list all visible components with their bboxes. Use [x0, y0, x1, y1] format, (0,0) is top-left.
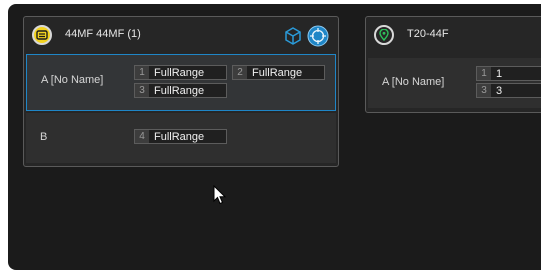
speaker-device-icon — [32, 25, 52, 45]
channel-3[interactable]: 3 3 — [476, 83, 541, 98]
device-card-t20-44f[interactable]: T20-44F A [No Name] 1 1 3 3 — [365, 16, 541, 113]
zone-row-a[interactable]: A [No Name] 1 1 3 3 — [368, 58, 541, 108]
channel-number: 4 — [135, 130, 149, 143]
device-title: T20-44F — [407, 28, 449, 40]
device-card-header[interactable]: T20-44F — [366, 17, 541, 54]
3d-cube-icon[interactable] — [282, 25, 304, 47]
channel-value: 3 — [496, 84, 503, 97]
channel-number: 3 — [477, 84, 491, 97]
device-canvas[interactable]: 44MF 44MF (1) A [No Name] 1 FullRange 2 … — [8, 4, 541, 270]
location-pin-icon — [374, 25, 394, 45]
channel-2[interactable]: 2 FullRange — [232, 65, 325, 80]
target-icon[interactable] — [307, 25, 329, 47]
channel-value: FullRange — [154, 66, 205, 79]
channel-value: FullRange — [154, 84, 205, 97]
channel-1[interactable]: 1 FullRange — [134, 65, 227, 80]
zone-row-b[interactable]: B 4 FullRange — [26, 113, 336, 163]
zone-row-a[interactable]: A [No Name] 1 FullRange 2 FullRange 3 Fu… — [26, 54, 336, 111]
channel-value: FullRange — [252, 66, 303, 79]
channel-number: 2 — [233, 66, 247, 79]
device-card-44mf[interactable]: 44MF 44MF (1) A [No Name] 1 FullRange 2 … — [23, 16, 339, 167]
zone-label: A [No Name] — [382, 76, 445, 88]
channel-3[interactable]: 3 FullRange — [134, 83, 227, 98]
device-title: 44MF 44MF (1) — [65, 28, 141, 40]
device-card-header[interactable]: 44MF 44MF (1) — [24, 17, 338, 54]
channel-value: 1 — [496, 67, 503, 80]
channel-number: 1 — [135, 66, 149, 79]
channel-number: 1 — [477, 67, 491, 80]
channel-1[interactable]: 1 1 — [476, 66, 541, 81]
channel-4[interactable]: 4 FullRange — [134, 129, 227, 144]
mouse-cursor-icon — [213, 185, 227, 205]
zone-label: A [No Name] — [41, 74, 104, 86]
channel-number: 3 — [135, 84, 149, 97]
channel-value: FullRange — [154, 130, 205, 143]
zone-label: B — [40, 131, 48, 143]
